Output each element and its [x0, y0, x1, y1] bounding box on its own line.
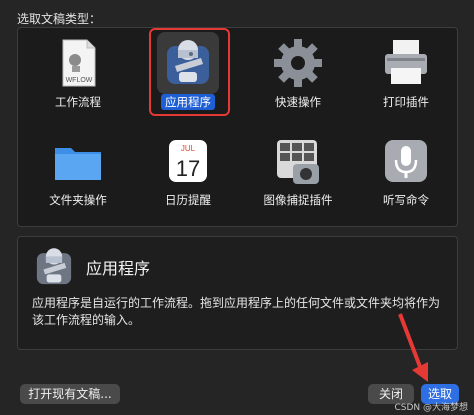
description-text: 应用程序是自运行的工作流程。拖到应用程序上的任何文件或文件夹均将作为该工作流程的… — [32, 296, 441, 327]
folder-icon — [55, 148, 101, 180]
calendar-month: JUL — [181, 144, 196, 153]
type-dictation-command-label: 听写命令 — [383, 193, 429, 207]
type-print-plugin[interactable]: 打印插件 — [351, 28, 461, 118]
type-folder-action-label: 文件夹操作 — [49, 193, 107, 207]
type-workflow[interactable]: WFLOW 工作流程 — [23, 28, 133, 118]
dialog-prompt: 选取文稿类型： — [17, 12, 102, 26]
type-folder-action[interactable]: 文件夹操作 — [23, 126, 133, 216]
document-type-grid: WFLOW 工作流程 应用程序 快速操作 打印插件 文件夹操作 JUL 17 日… — [17, 27, 458, 227]
printer-icon — [385, 40, 427, 84]
selection-highlight-box — [149, 28, 230, 116]
type-workflow-label: 工作流程 — [55, 95, 101, 109]
type-quick-action[interactable]: 快速操作 — [243, 28, 353, 118]
type-quick-action-label: 快速操作 — [275, 95, 321, 109]
type-image-capture-plugin[interactable]: 图像捕捉插件 — [243, 126, 353, 216]
image-capture-icon — [277, 140, 319, 184]
automator-robot-icon — [36, 248, 72, 285]
open-existing-button[interactable]: 打开现有文稿... — [20, 384, 120, 404]
red-arrow-annotation — [398, 313, 428, 382]
type-calendar-alarm[interactable]: JUL 17 日历提醒 — [133, 126, 243, 216]
watermark: CSDN @大海梦想 — [394, 403, 468, 413]
description-title: 应用程序 — [86, 259, 151, 278]
microphone-icon — [385, 140, 427, 182]
type-calendar-alarm-label: 日历提醒 — [165, 193, 211, 207]
workflow-caption: WFLOW — [66, 77, 93, 84]
type-print-plugin-label: 打印插件 — [383, 95, 429, 109]
type-image-capture-plugin-label: 图像捕捉插件 — [263, 193, 333, 207]
calendar-day: 17 — [176, 156, 200, 181]
type-dictation-command[interactable]: 听写命令 — [351, 126, 461, 216]
calendar-icon: JUL 17 — [169, 140, 207, 182]
workflow-document-icon: WFLOW — [62, 39, 96, 87]
gear-icon — [274, 39, 322, 87]
